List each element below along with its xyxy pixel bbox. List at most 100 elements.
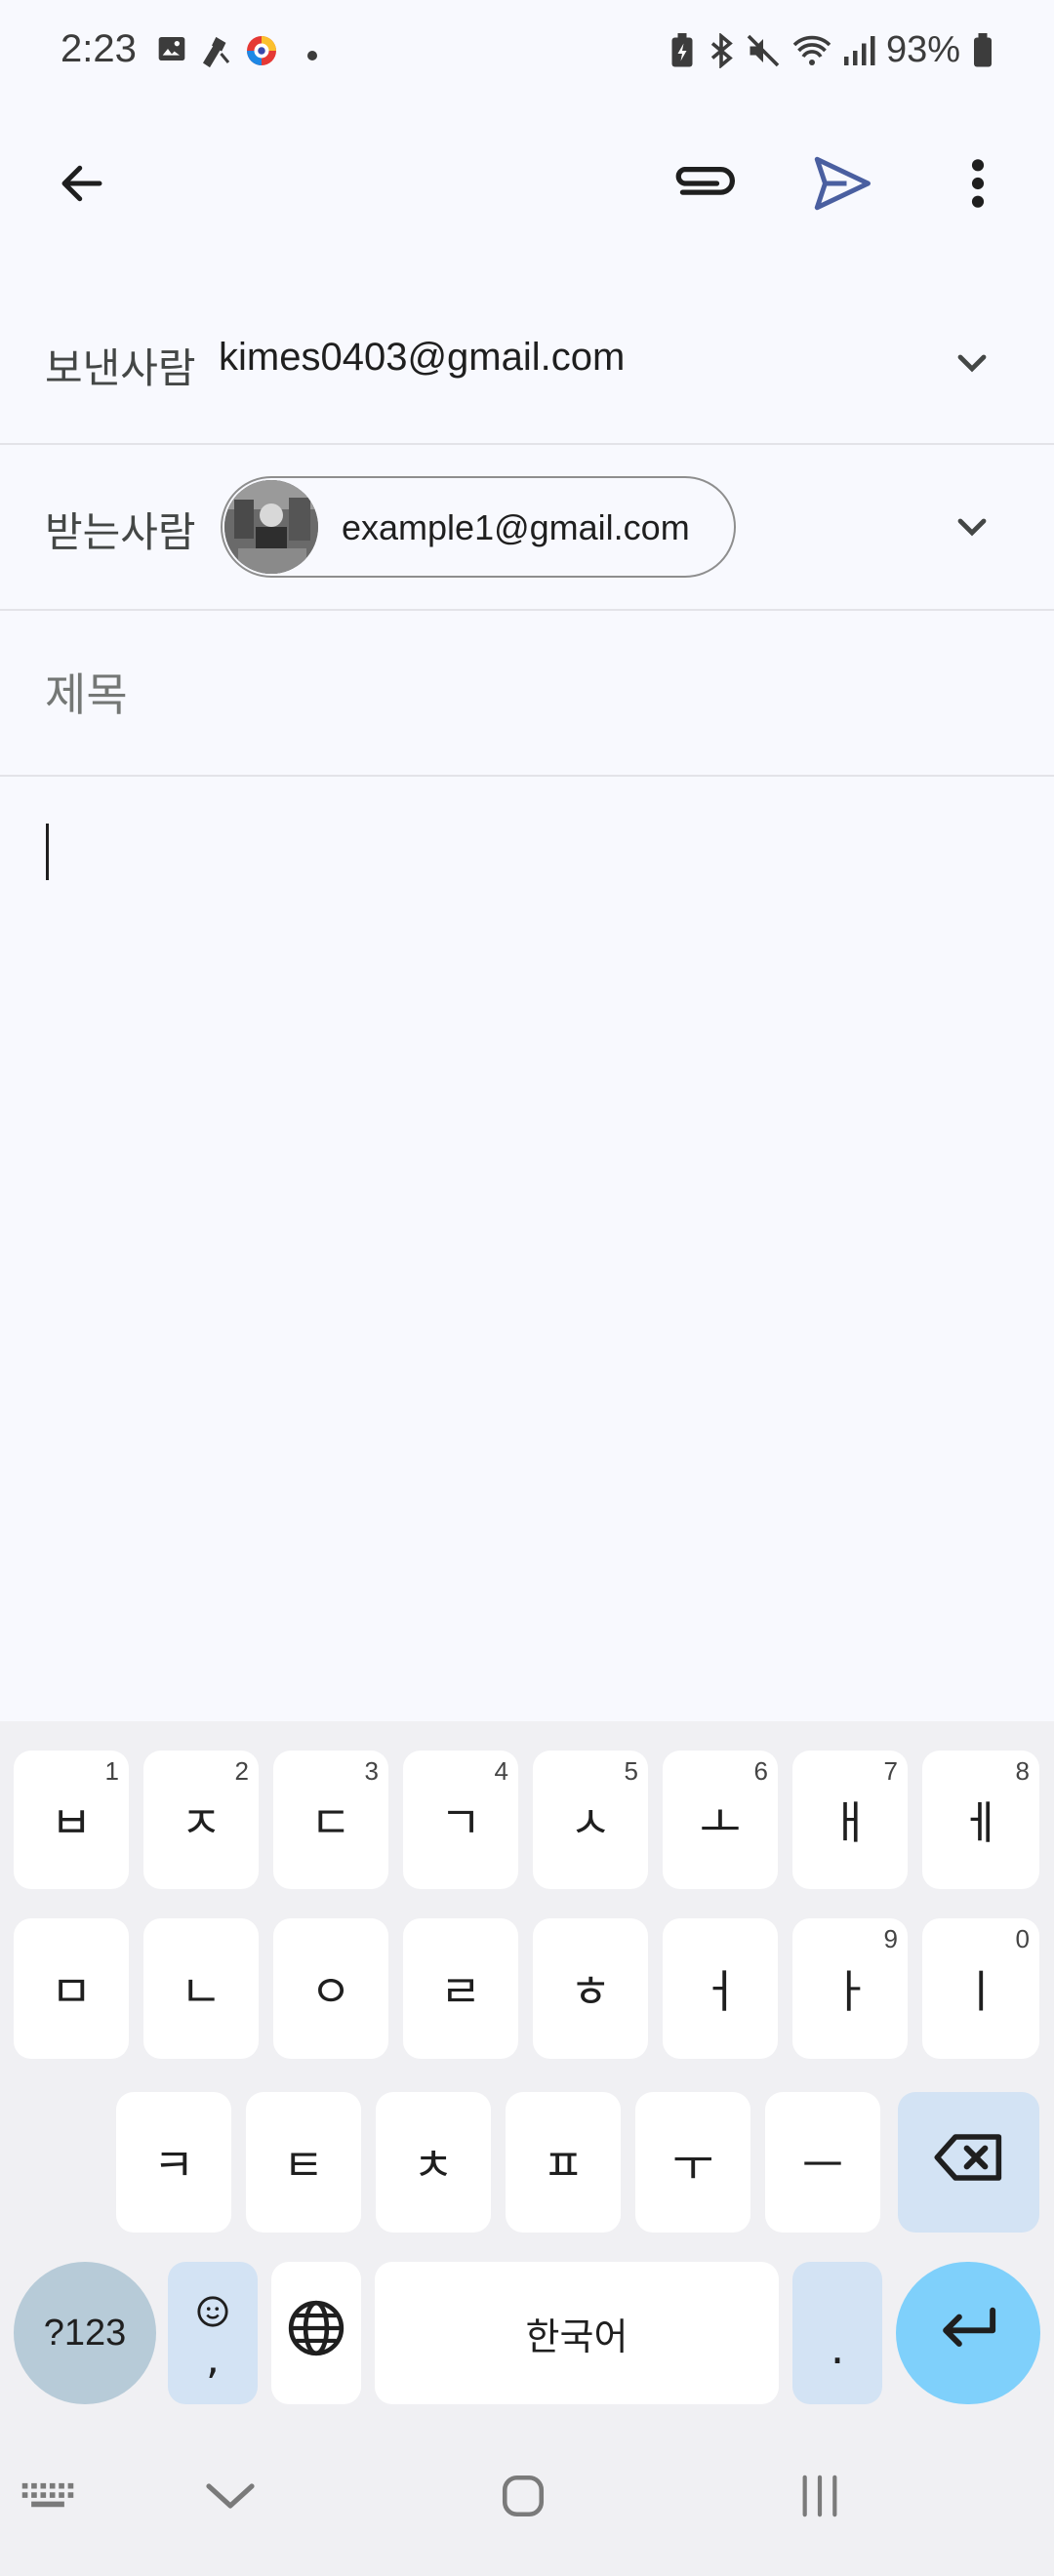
avatar	[224, 480, 318, 574]
key-k[interactable]: ㅋ	[116, 2092, 231, 2233]
bluetooth-icon	[707, 32, 736, 73]
key-j[interactable]: ㅈ2	[143, 1751, 259, 1889]
recipient-chip[interactable]: example1@gmail.com	[221, 476, 736, 578]
body-field[interactable]	[0, 777, 1054, 1721]
chevron-down-icon	[203, 2479, 258, 2517]
key-hint: 8	[1015, 1756, 1030, 1786]
key-hint: 0	[1015, 1924, 1030, 1953]
key-h[interactable]: ㅎ	[533, 1918, 648, 2059]
dot-icon	[306, 49, 318, 66]
key-i[interactable]: ㅣ0	[922, 1918, 1039, 2059]
comma-label: ,	[206, 2334, 220, 2384]
key-label: ㅐ	[829, 1796, 872, 1849]
key-label: ㅡ	[801, 2139, 844, 2192]
recents-icon	[796, 2474, 843, 2523]
chevron-down-icon[interactable]	[949, 340, 995, 391]
tool-icon	[199, 33, 234, 73]
key-label: ㅈ	[180, 1796, 223, 1849]
subject-field[interactable]: 제목	[0, 611, 1054, 775]
send-icon	[809, 151, 873, 221]
app-icon	[244, 33, 279, 73]
key-b[interactable]: ㅂ1	[14, 1751, 129, 1889]
key-s[interactable]: ㅅ5	[533, 1751, 648, 1889]
from-row[interactable]: 보낸사람 kimes0403@gmail.com	[0, 293, 1054, 443]
key-ng[interactable]: ㅇ	[273, 1918, 388, 2059]
key-d[interactable]: ㄷ3	[273, 1751, 388, 1889]
key-label: ㄷ	[309, 1796, 352, 1849]
to-row[interactable]: 받는사람 example1@gmail.com	[0, 445, 1054, 609]
language-key[interactable]	[271, 2262, 361, 2404]
key-hint: 5	[624, 1756, 638, 1786]
battery-saver-icon	[669, 33, 695, 73]
to-label: 받는사람	[45, 509, 196, 555]
signal-icon	[841, 33, 876, 73]
key-label: ㅜ	[671, 2139, 714, 2192]
from-label: 보낸사람	[45, 345, 196, 391]
nav-recents-button[interactable]	[781, 2469, 859, 2527]
more-options-button[interactable]	[929, 137, 1027, 234]
key-hint: 4	[494, 1756, 508, 1786]
backspace-key[interactable]	[898, 2092, 1039, 2233]
chevron-down-icon[interactable]	[949, 503, 995, 555]
recipient-chip-label: example1@gmail.com	[342, 507, 690, 547]
from-value: kimes0403@gmail.com	[219, 336, 626, 379]
key-r[interactable]: ㄹ	[403, 1918, 518, 2059]
more-vert-icon	[968, 156, 988, 216]
key-eu[interactable]: ㅡ	[765, 2092, 880, 2233]
key-a[interactable]: ㅏ9	[792, 1918, 908, 2059]
key-t[interactable]: ㅌ	[246, 2092, 361, 2233]
key-label: ㅔ	[959, 1796, 1002, 1849]
back-button[interactable]	[33, 137, 131, 234]
image-icon	[156, 33, 187, 69]
space-key[interactable]: 한국어	[375, 2262, 779, 2404]
back-arrow-icon	[56, 157, 108, 215]
key-label: ㅎ	[569, 1965, 612, 2018]
symbols-label: ?123	[43, 2312, 127, 2354]
key-p[interactable]: ㅍ	[506, 2092, 621, 2233]
key-ae[interactable]: ㅐ7	[792, 1751, 908, 1889]
key-hint: 9	[883, 1924, 898, 1953]
key-label: ㅣ	[959, 1965, 1002, 2018]
key-hint: 1	[104, 1756, 119, 1786]
home-icon	[499, 2472, 547, 2525]
enter-icon	[937, 2305, 999, 2362]
key-hint: 6	[753, 1756, 768, 1786]
key-n[interactable]: ㄴ	[143, 1918, 259, 2059]
keyboard-hide-button[interactable]	[14, 2469, 82, 2527]
key-label: ㅅ	[569, 1796, 612, 1849]
nav-back-button[interactable]	[191, 2469, 269, 2527]
key-eo[interactable]: ㅓ	[663, 1918, 778, 2059]
enter-key[interactable]	[896, 2262, 1040, 2404]
attach-icon	[667, 149, 735, 222]
nav-home-button[interactable]	[484, 2469, 562, 2527]
battery-icon	[972, 33, 993, 73]
space-label: 한국어	[525, 2314, 628, 2358]
key-label: ㅂ	[50, 1796, 93, 1849]
period-label: .	[830, 2321, 845, 2374]
wifi-icon	[790, 33, 833, 73]
key-hint: 7	[883, 1756, 898, 1786]
globe-icon	[286, 2298, 346, 2369]
key-hint: 2	[234, 1756, 249, 1786]
key-label: ㅁ	[50, 1965, 93, 2018]
key-o[interactable]: ㅗ6	[663, 1751, 778, 1889]
status-bar: 2:23 93%	[0, 0, 1054, 107]
key-m[interactable]: ㅁ	[14, 1918, 129, 2059]
send-button[interactable]	[792, 137, 890, 234]
key-label: ㄹ	[439, 1965, 482, 2018]
key-u[interactable]: ㅜ	[635, 2092, 750, 2233]
symbols-key[interactable]: ?123	[14, 2262, 156, 2404]
key-ch[interactable]: ㅊ	[376, 2092, 491, 2233]
key-label: ㅊ	[412, 2139, 455, 2192]
key-label: ㅗ	[699, 1796, 742, 1849]
key-label: ㅓ	[699, 1965, 742, 2018]
attach-button[interactable]	[652, 137, 750, 234]
subject-placeholder: 제목	[45, 669, 128, 720]
emoji-comma-key[interactable]: ,	[168, 2262, 258, 2404]
key-e[interactable]: ㅔ8	[922, 1751, 1039, 1889]
mute-icon	[746, 33, 781, 73]
period-key[interactable]: .	[792, 2262, 882, 2404]
key-label: ㅋ	[152, 2139, 195, 2192]
key-g[interactable]: ㄱ4	[403, 1751, 518, 1889]
key-label: ㄱ	[439, 1796, 482, 1849]
